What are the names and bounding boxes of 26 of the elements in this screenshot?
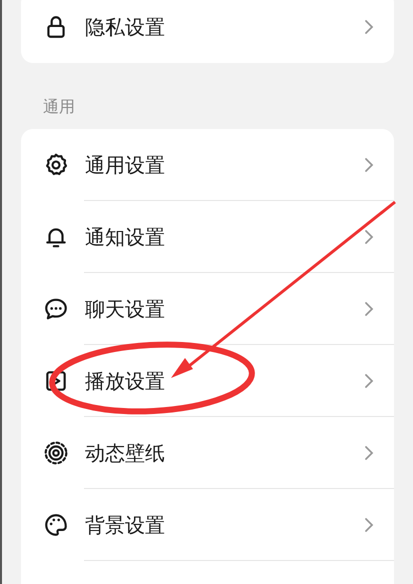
settings-row[interactable]: 动态壁纸 bbox=[21, 417, 394, 489]
settings-row[interactable]: 通用设置 bbox=[21, 129, 394, 201]
section-header: 通用 bbox=[42, 96, 76, 118]
settings-icon bbox=[43, 152, 69, 178]
settings-row[interactable]: 聊天设置 bbox=[21, 273, 394, 345]
row-label: 聊天设置 bbox=[85, 296, 166, 323]
row-label: 通知设置 bbox=[85, 224, 166, 251]
palette-icon bbox=[43, 512, 69, 538]
chat-bubble-icon bbox=[43, 296, 69, 322]
chevron-icon bbox=[364, 445, 374, 461]
row-label: 播放设置 bbox=[85, 368, 166, 395]
row-label: 背景设置 bbox=[85, 512, 166, 539]
settings-row[interactable]: 隐私设置 bbox=[21, 0, 394, 63]
settings-row[interactable]: 背景设置 bbox=[21, 489, 394, 561]
chevron-icon bbox=[364, 229, 374, 245]
target-icon bbox=[43, 440, 69, 466]
chevron-icon bbox=[364, 301, 374, 317]
settings-row[interactable]: 通知设置 bbox=[21, 201, 394, 273]
chevron-icon bbox=[364, 19, 374, 35]
chevron-icon bbox=[364, 157, 374, 173]
chevron-icon bbox=[364, 517, 374, 533]
row-label: 动态壁纸 bbox=[85, 440, 166, 467]
settings-row[interactable]: 播放设置 bbox=[21, 345, 394, 417]
row-label: 通用设置 bbox=[85, 152, 166, 179]
chevron-icon bbox=[364, 373, 374, 389]
row-label: 隐私设置 bbox=[85, 14, 166, 41]
